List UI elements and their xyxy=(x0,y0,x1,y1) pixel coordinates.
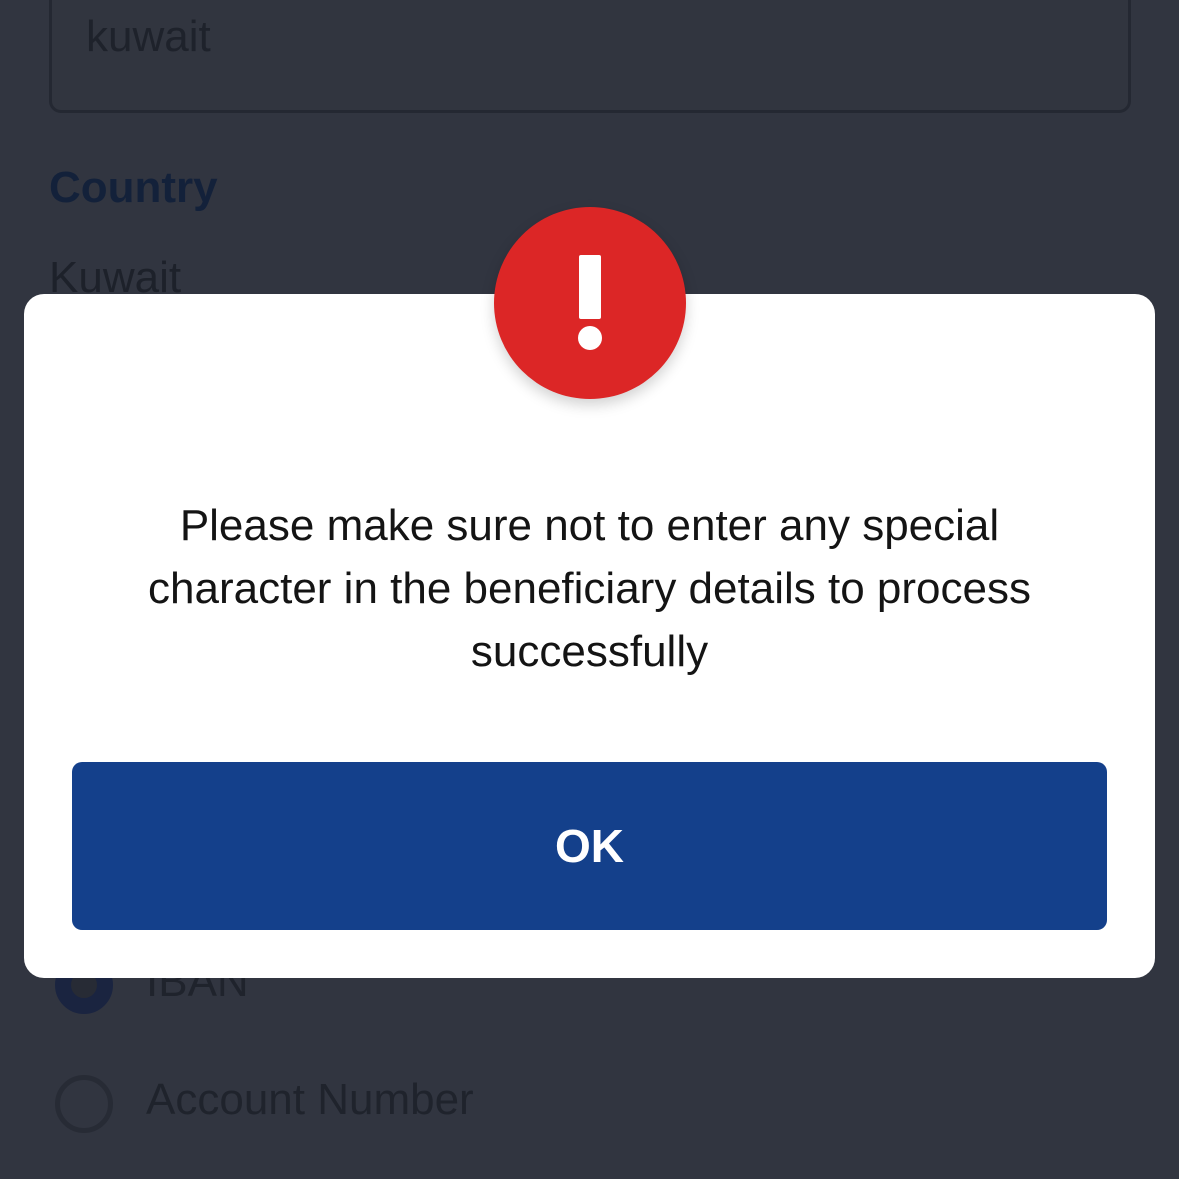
city-input-value: kuwait xyxy=(86,12,211,61)
account-number-radio-label: Account Number xyxy=(146,1075,474,1124)
city-input[interactable]: kuwait xyxy=(49,0,1131,113)
dialog-message: Please make sure not to enter any specia… xyxy=(148,501,1031,676)
account-number-radio[interactable] xyxy=(55,1075,113,1133)
alert-badge xyxy=(494,207,686,399)
exclamation-icon xyxy=(578,255,602,350)
ok-button[interactable]: OK xyxy=(72,762,1107,930)
country-label: Country xyxy=(49,163,218,212)
